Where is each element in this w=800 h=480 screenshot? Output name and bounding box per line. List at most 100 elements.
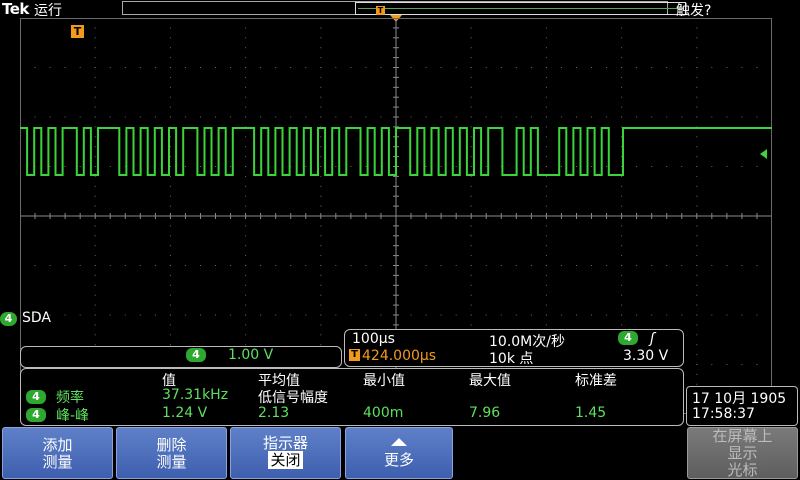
grid-dot bbox=[621, 146, 623, 148]
grid-dot bbox=[169, 195, 171, 197]
time-display: 17:58:37 bbox=[692, 406, 755, 422]
grid-dot bbox=[169, 235, 171, 237]
grid-dot bbox=[470, 235, 472, 237]
grid-dot bbox=[199, 116, 201, 118]
grid-dot bbox=[350, 166, 352, 167]
grid-dot bbox=[305, 314, 307, 316]
grid-dot bbox=[64, 314, 66, 316]
more-button[interactable]: 更多 bbox=[345, 427, 453, 479]
grid-dot bbox=[485, 265, 487, 266]
date-display: 17 10月 1905 bbox=[692, 391, 787, 407]
grid-dot bbox=[681, 265, 683, 266]
grid-dot bbox=[545, 37, 547, 39]
show-cursors-button[interactable]: 在屏幕上 显示 光标 bbox=[687, 427, 798, 479]
grid-dot bbox=[485, 314, 487, 316]
grid-dot bbox=[621, 166, 623, 167]
grid-dot bbox=[320, 265, 322, 266]
grid-dot bbox=[470, 195, 472, 197]
grid-dot bbox=[470, 284, 472, 286]
channel-scale-panel[interactable] bbox=[20, 346, 342, 368]
trigger-level: 3.30 V bbox=[623, 348, 669, 364]
trigger-level-arrow-icon[interactable] bbox=[760, 149, 767, 159]
grid-dot bbox=[711, 265, 713, 266]
grid-dot bbox=[94, 156, 96, 158]
grid-dot bbox=[275, 314, 277, 316]
grid-dot bbox=[350, 116, 352, 118]
grid-dot bbox=[741, 67, 743, 68]
grid-dot bbox=[169, 27, 171, 29]
grid-dot bbox=[470, 166, 472, 167]
grid-dot bbox=[621, 116, 623, 118]
grid-dot bbox=[64, 166, 66, 167]
grid-dot bbox=[606, 265, 608, 266]
grid-dot bbox=[169, 47, 171, 49]
grid-dot bbox=[79, 314, 81, 316]
grid-dot bbox=[245, 225, 247, 227]
grid-dot bbox=[169, 324, 171, 326]
grid-dot bbox=[169, 116, 171, 118]
grid-dot bbox=[560, 314, 562, 316]
grid-dot bbox=[651, 67, 653, 68]
grid-dot bbox=[515, 314, 517, 316]
grid-dot bbox=[545, 284, 547, 286]
grid-dot bbox=[696, 245, 698, 247]
grid-dot bbox=[169, 166, 171, 167]
grid-dot bbox=[621, 106, 623, 108]
grid-dot bbox=[545, 47, 547, 49]
grid-dot bbox=[621, 57, 623, 59]
grid-dot bbox=[64, 116, 66, 118]
grid-dot bbox=[64, 265, 66, 266]
grid-dot bbox=[94, 225, 96, 227]
meas-row-2-name: 峰-峰 bbox=[56, 408, 90, 424]
grid-dot bbox=[696, 146, 698, 148]
grid-dot bbox=[94, 334, 96, 336]
record-overview-bar[interactable]: T bbox=[122, 1, 686, 15]
grid-dot bbox=[545, 255, 547, 257]
add-measurement-button[interactable]: 添加 测量 bbox=[2, 427, 113, 479]
overview-trace bbox=[358, 8, 683, 9]
grid-dot bbox=[470, 304, 472, 306]
grid-dot bbox=[230, 166, 232, 167]
brand-logo: Tek bbox=[2, 0, 29, 18]
grid-dot bbox=[320, 96, 322, 98]
grid-dot bbox=[606, 166, 608, 167]
grid-dot bbox=[199, 265, 201, 266]
grid-dot bbox=[94, 47, 96, 49]
grid-dot bbox=[621, 195, 623, 197]
grid-dot bbox=[545, 235, 547, 237]
trigger-time-marker-icon[interactable]: T bbox=[71, 25, 84, 38]
channel-4-waveform bbox=[20, 127, 772, 176]
grid-dot bbox=[425, 265, 427, 266]
trigger-delay-icon: T bbox=[349, 349, 360, 361]
grid-dot bbox=[169, 294, 171, 296]
channel-4-ground-marker[interactable]: 4 bbox=[0, 312, 17, 326]
grid-dot bbox=[681, 166, 683, 167]
grid-dot bbox=[245, 324, 247, 326]
grid-dot bbox=[696, 195, 698, 197]
grid-dot bbox=[545, 116, 547, 118]
grid-dot bbox=[621, 324, 623, 326]
meas-row-1-value: 37.31kHz bbox=[162, 387, 229, 403]
indicators-button[interactable]: 指示器 关闭 bbox=[230, 427, 341, 479]
grid-dot bbox=[245, 106, 247, 108]
grid-dot bbox=[94, 185, 96, 187]
grid-dot bbox=[756, 67, 758, 68]
grid-dot bbox=[169, 185, 171, 187]
grid-dot bbox=[621, 265, 623, 266]
grid-dot bbox=[245, 265, 247, 266]
grid-dot bbox=[470, 225, 472, 227]
meas-row-2-value: 1.24 V bbox=[162, 405, 208, 421]
grid-dot bbox=[245, 86, 247, 88]
grid-dot bbox=[109, 265, 111, 266]
grid-dot bbox=[335, 314, 337, 316]
grid-dot bbox=[94, 294, 96, 296]
grid-dot bbox=[169, 146, 171, 148]
grid-dot bbox=[245, 57, 247, 59]
remove-measurement-button[interactable]: 删除 测量 bbox=[116, 427, 227, 479]
grid-dot bbox=[500, 116, 502, 118]
grid-dot bbox=[154, 314, 156, 316]
trigger-source-badge: 4 bbox=[618, 331, 638, 345]
grid-dot bbox=[711, 364, 713, 365]
grid-dot bbox=[696, 47, 698, 49]
grid-dot bbox=[139, 67, 141, 68]
